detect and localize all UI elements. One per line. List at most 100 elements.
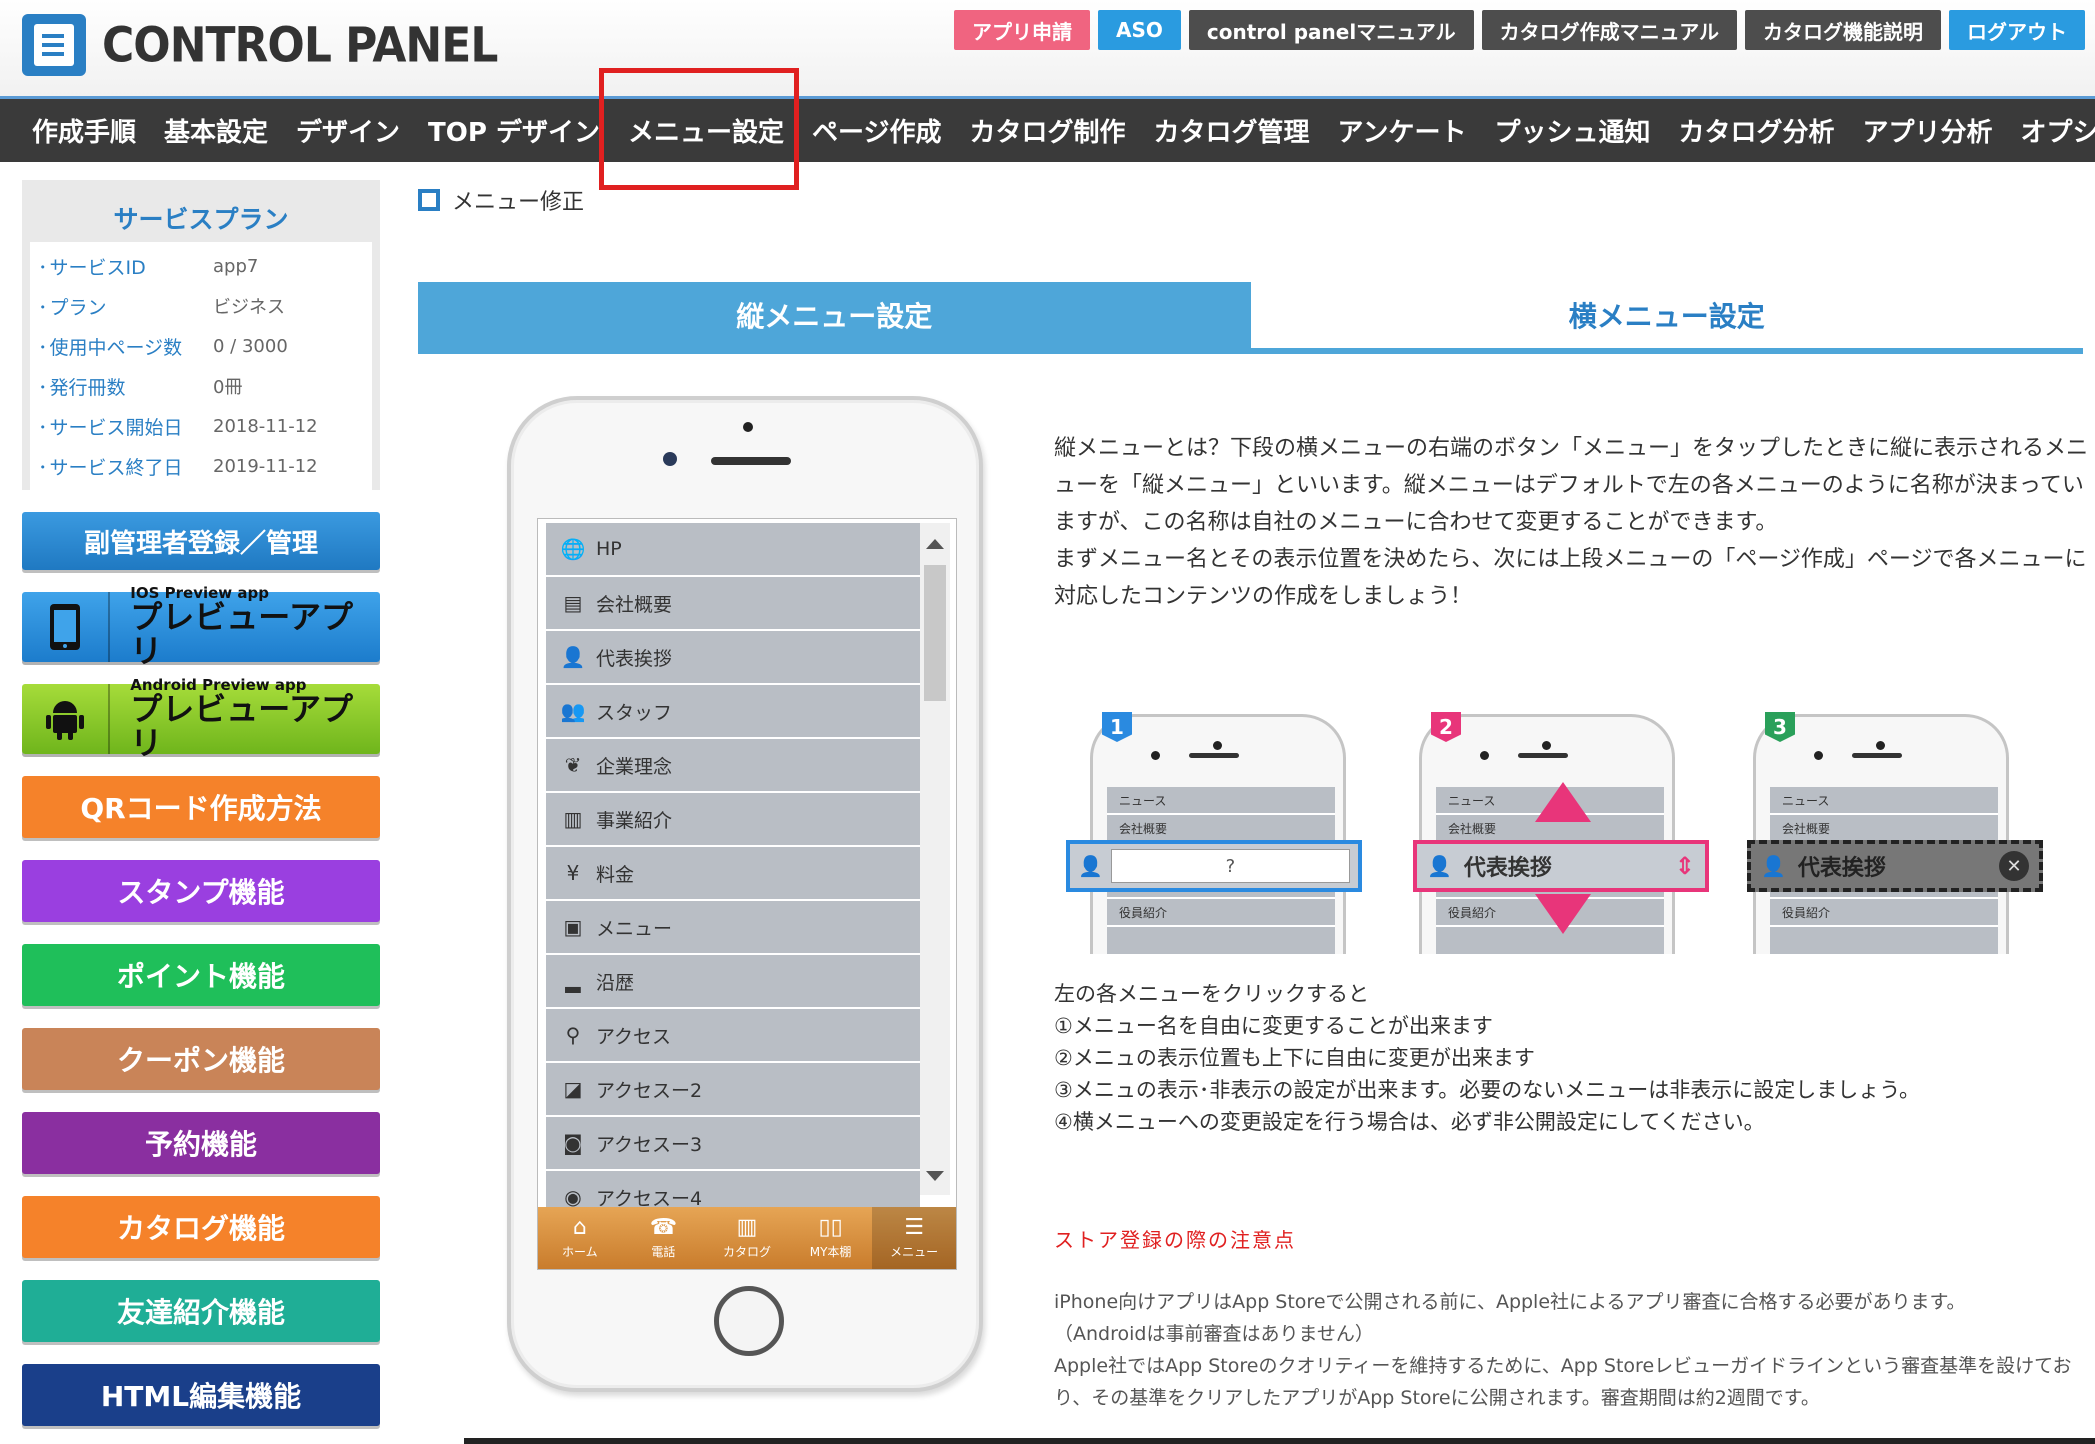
nav-item[interactable]: アプリ分析 <box>1849 99 2007 162</box>
phone-tabbar-item[interactable]: ⌂ ホーム <box>538 1207 622 1269</box>
plan-value: 0冊 <box>213 377 243 398</box>
phone-camera-dot <box>743 422 753 432</box>
step-illustration: ニュース会社概要企業理念役員紹介2👤代表挨拶⇕ <box>1395 712 1709 954</box>
step-overlay-row: 👤? <box>1066 840 1362 892</box>
phone-speaker <box>711 457 791 465</box>
nav-item[interactable]: デザイン <box>282 99 414 162</box>
nav-item[interactable]: カタログ制作 <box>956 99 1140 162</box>
top-button[interactable]: ログアウト <box>1949 10 2085 50</box>
phone-tabbar-item[interactable]: ☎ 電話 <box>622 1207 706 1269</box>
top-button[interactable]: control panelマニュアル <box>1188 10 1474 50</box>
top-button[interactable]: カタログ機能説明 <box>1745 10 1941 50</box>
plan-row: プランビジネス <box>38 286 364 326</box>
phone-menu-item[interactable]: ⚲ アクセス <box>546 1009 920 1063</box>
home-icon: ⌂ <box>572 1214 587 1240</box>
service-plan-box: サービスプラン サービスIDapp7プランビジネス使用中ページ数0 / 3000… <box>22 180 380 490</box>
ios-preview-big: プレビューアプリ <box>130 598 353 670</box>
feature-button[interactable]: スタンプ機能 <box>22 860 380 922</box>
phone-menu-item[interactable]: ❦ 企業理念 <box>546 739 920 793</box>
ios-preview-button[interactable]: IOS Preview app プレビューアプリ <box>22 585 380 668</box>
menu-icon: ☰ <box>904 1214 925 1240</box>
tab-horizontal-menu[interactable]: 横メニュー設定 <box>1250 282 2083 354</box>
logo[interactable]: CONTROL PANEL <box>22 14 498 76</box>
plan-value: app7 <box>213 255 259 277</box>
square-bullet-icon <box>418 189 440 211</box>
phone-menu-item[interactable]: 👥 スタッフ <box>546 685 920 739</box>
phone-menu-item[interactable]: ▂ 沿歴 <box>546 955 920 1009</box>
staff-icon: 👥 <box>560 699 586 723</box>
phone-menu-label: アクセスー3 <box>596 1133 703 1156</box>
android-preview-button[interactable]: Android Preview app プレビューアプリ <box>22 677 380 760</box>
step-illustration: ニュース会社概要企業理念役員紹介3👤代表挨拶✕ <box>1729 712 2043 954</box>
phone-tabbar-item[interactable]: ☰ メニュー <box>872 1207 956 1269</box>
store-notice-line: （Androidは事前審査はありません） <box>1054 1323 1374 1345</box>
move-down-arrow-icon <box>1535 894 1591 934</box>
instructions: 左の各メニューをクリックすると ①メニュー名を自由に変更することが出来ます ②メ… <box>1054 978 1920 1138</box>
nav-item[interactable]: TOP デザイン <box>414 99 614 162</box>
phone-menu-item[interactable]: ¥ 料金 <box>546 847 920 901</box>
menu-name-input-mock: ? <box>1110 849 1350 883</box>
feature-button[interactable]: QRコード作成方法 <box>22 776 380 838</box>
feature-button[interactable]: ポイント機能 <box>22 944 380 1006</box>
description-paragraph: まずメニュー名とその表示位置を決めたら、次には上段メニューの「ページ作成」ページ… <box>1054 547 2087 609</box>
mini-speaker <box>1852 753 1902 758</box>
sub-admin-button[interactable]: 副管理者登録／管理 <box>22 512 380 570</box>
nav-item[interactable]: カタログ管理 <box>1140 99 1324 162</box>
plan-value: 2018-11-12 <box>213 415 318 437</box>
main-nav: 作成手順 基本設定 デザイン TOP デザイン メニュー設定 ページ作成 カタログ制作 カタロ… <box>0 96 2095 162</box>
step-illustration: ニュース会社概要企業理念役員紹介1👤? <box>1066 712 1366 954</box>
phone-menu-item[interactable]: ▥ 事業紹介 <box>546 793 920 847</box>
tab-vertical-menu[interactable]: 縦メニュー設定 <box>418 282 1251 354</box>
phone-screen: 🌐 HP ▤ 会社概要 👤 代表挨拶 👥 スタッフ ❦ 企業理念 ▥ 事業紹介 ¥ 料金 ▣ メニュー ▂ 沿歴 ⚲… <box>537 518 957 1270</box>
scroll-down-arrow-icon[interactable] <box>926 1171 944 1181</box>
nav-item[interactable]: メニュー設定 <box>614 99 798 162</box>
feature-button[interactable]: クーポン機能 <box>22 1028 380 1090</box>
phone-menu-item[interactable]: ◙ アクセスー3 <box>546 1117 920 1171</box>
plan-value: 0 / 3000 <box>213 335 288 357</box>
phone-menu-item[interactable]: ▤ 会社概要 <box>546 577 920 631</box>
catalog-icon: ▥ <box>736 1214 758 1240</box>
smartphone-icon <box>22 592 111 662</box>
person-icon: 👤 <box>1427 854 1452 878</box>
bottom-strip <box>464 1438 2095 1444</box>
nav-item[interactable]: カタログ分析 <box>1665 99 1849 162</box>
plan-row: サービス開始日2018-11-12 <box>38 406 364 446</box>
phone-menu-item[interactable]: ▣ メニュー <box>546 901 920 955</box>
bars-icon: ▂ <box>565 969 581 993</box>
phone-menu-label: メニュー <box>596 917 673 940</box>
mini-camera-dot <box>1876 741 1885 750</box>
top-button[interactable]: カタログ作成マニュアル <box>1481 10 1737 50</box>
bookshelf-icon: ▯▯ <box>818 1214 843 1240</box>
phone-tabbar-item[interactable]: ▥ カタログ <box>705 1207 789 1269</box>
menu-scrollbar[interactable] <box>920 523 950 1195</box>
scroll-thumb[interactable] <box>924 565 946 701</box>
instruction-line: 左の各メニューをクリックすると <box>1054 982 1369 1006</box>
feature-button[interactable]: 友達紹介機能 <box>22 1280 380 1342</box>
phone-menu-label: アクセス <box>596 1025 672 1048</box>
feature-button[interactable]: HTML編集機能 <box>22 1364 380 1426</box>
mini-menu-row: ニュース <box>1770 787 1998 815</box>
phone-menu-item[interactable]: ◪ アクセスー2 <box>546 1063 920 1117</box>
feature-button[interactable]: 予約機能 <box>22 1112 380 1174</box>
nav-item[interactable]: アンケート <box>1324 99 1481 162</box>
phone-menu-label: 企業理念 <box>596 755 673 778</box>
scroll-up-arrow-icon[interactable] <box>926 539 944 549</box>
phone-menu-item[interactable]: 👤 代表挨拶 <box>546 631 920 685</box>
phone-menu-label: 料金 <box>596 863 635 886</box>
phone-preview: 🌐 HP ▤ 会社概要 👤 代表挨拶 👥 スタッフ ❦ 企業理念 ▥ 事業紹介 ¥ 料金 ▣ メニュー ▂ 沿歴 ⚲… <box>507 396 983 1392</box>
yen-icon: ¥ <box>566 861 580 885</box>
nav-item[interactable]: 基本設定 <box>150 99 282 162</box>
phone-tabbar-item[interactable]: ▯▯ MY本棚 <box>789 1207 873 1269</box>
mini-speaker <box>1518 753 1568 758</box>
nav-item[interactable]: プッシュ通知 <box>1481 99 1665 162</box>
sidebar: サービスプラン サービスIDapp7プランビジネス使用中ページ数0 / 3000… <box>22 180 380 1426</box>
nav-item[interactable]: 作成手順 <box>18 99 150 162</box>
nav-item[interactable]: オプション <box>2007 99 2095 162</box>
feature-button[interactable]: カタログ機能 <box>22 1196 380 1258</box>
top-button[interactable]: ASO <box>1098 10 1181 50</box>
nav-item[interactable]: ページ作成 <box>798 99 955 162</box>
phone-menu-item[interactable]: 🌐 HP <box>546 523 920 577</box>
top-button[interactable]: アプリ申請 <box>954 10 1091 50</box>
plan-key: 発行冊数 <box>38 373 213 400</box>
step-overlay-row: 👤 代表挨拶 ✕ <box>1747 840 2043 892</box>
